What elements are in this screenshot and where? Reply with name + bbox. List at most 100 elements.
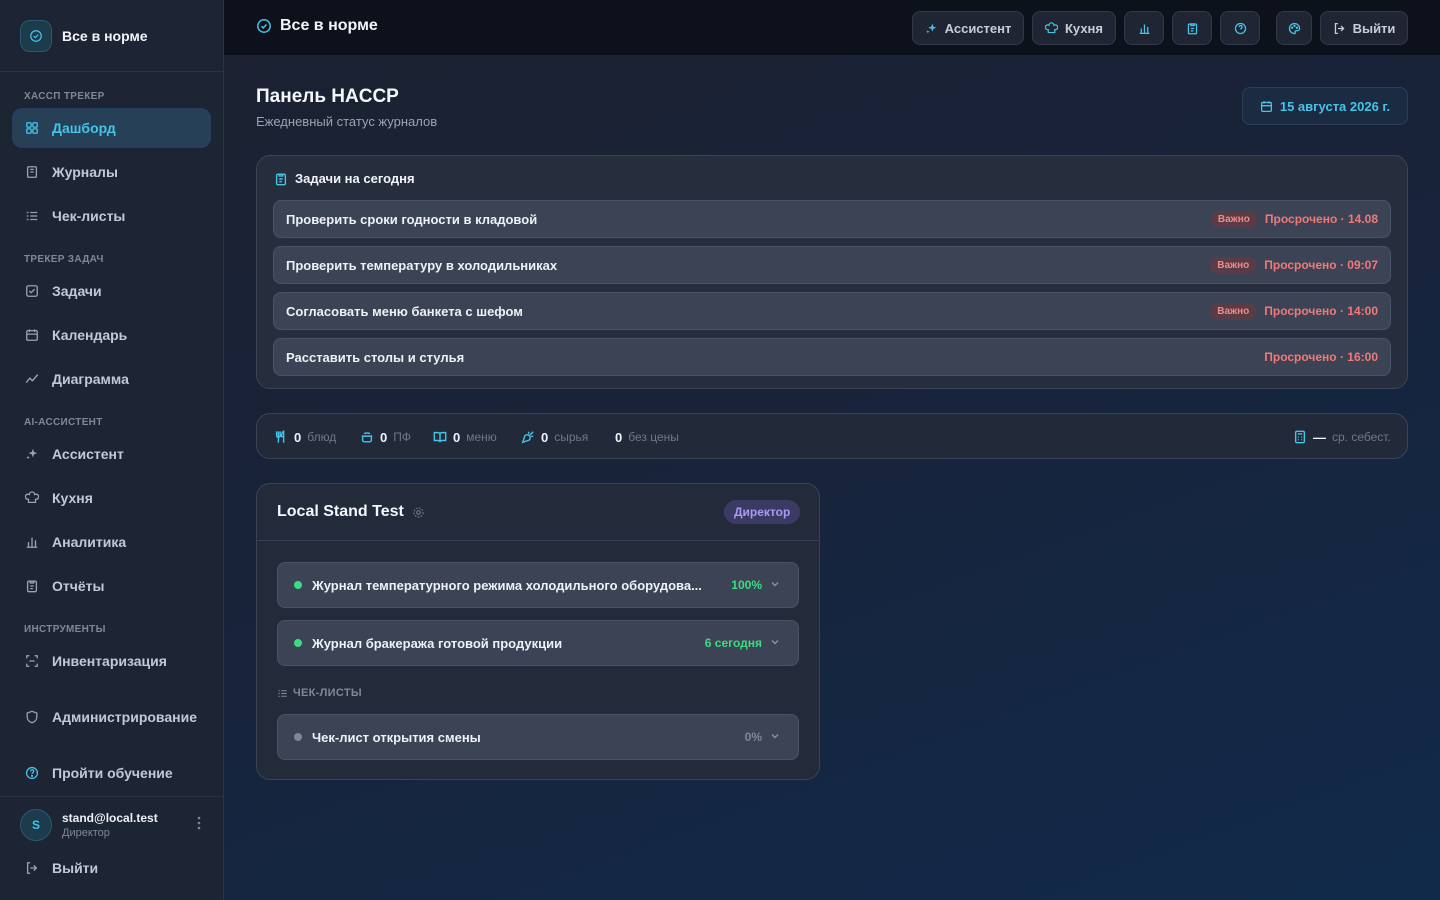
user-profile[interactable]: S stand@local.test Директор	[0, 796, 223, 852]
sidebar-item-reports[interactable]: Отчёты	[12, 566, 211, 606]
stat-label: ср. себест.	[1332, 430, 1391, 444]
checklist-title: Чек-лист открытия смены	[312, 729, 481, 745]
logout-button-label: Выйти	[1352, 20, 1396, 36]
stat-label: меню	[466, 430, 497, 444]
open-book-icon	[433, 430, 447, 444]
chef-hat-icon	[24, 490, 40, 506]
page-subtitle: Ежедневный статус журналов	[256, 114, 438, 129]
theme-button[interactable]	[1276, 11, 1312, 45]
stat-dishes[interactable]: 0 блюд	[274, 414, 336, 460]
sidebar-item-calendar[interactable]: Календарь	[12, 315, 211, 355]
kitchen-button[interactable]: Кухня	[1032, 11, 1116, 45]
chef-hat-icon	[1045, 21, 1058, 35]
kitchen-button-label: Кухня	[1065, 20, 1103, 36]
chevron-down-icon[interactable]	[770, 578, 780, 592]
dashboard-grid-icon	[24, 120, 40, 136]
more-vertical-icon[interactable]	[197, 816, 201, 835]
sidebar-item-dashboard[interactable]: Дашборд	[12, 108, 211, 148]
tasks-header: Задачи на сегодня	[274, 171, 415, 186]
reports-button[interactable]	[1172, 11, 1212, 45]
checklists-label-text: ЧЕК-ЛИСТЫ	[293, 687, 362, 699]
task-row[interactable]: Проверить сроки годности в кладовой Важн…	[273, 200, 1391, 238]
logout-button[interactable]: Выйти	[1320, 11, 1408, 45]
sidebar-item-inventory[interactable]: Инвентаризация	[12, 641, 211, 681]
chevron-down-icon[interactable]	[770, 730, 780, 744]
organization-name-text: Local Stand Test	[277, 503, 404, 520]
chevron-down-icon[interactable]	[770, 636, 780, 650]
sidebar-item-tasks[interactable]: Задачи	[12, 271, 211, 311]
journal-book-icon	[24, 164, 40, 180]
task-row[interactable]: Проверить температуру в холодильниках Ва…	[273, 246, 1391, 284]
inventory-scan-icon	[24, 653, 40, 669]
report-clipboard-icon	[1186, 22, 1199, 35]
stat-label: блюд	[307, 430, 337, 444]
journal-progress: 6 сегодня	[704, 636, 762, 650]
line-chart-icon	[24, 371, 40, 387]
stat-menus[interactable]: 0 меню	[433, 414, 497, 460]
checklist-row[interactable]: Чек-лист открытия смены 0%	[277, 714, 799, 760]
help-button[interactable]	[1220, 11, 1260, 45]
analytics-button[interactable]	[1124, 11, 1164, 45]
sidebar-item-label: Журналы	[52, 164, 118, 180]
stat-raw[interactable]: 0 сырья	[521, 414, 588, 460]
sidebar-item-label: Диаграмма	[52, 371, 129, 387]
task-row[interactable]: Расставить столы и стулья Просрочено · 1…	[273, 338, 1391, 376]
journal-row[interactable]: Журнал бракеража готовой продукции 6 сег…	[277, 620, 799, 666]
sidebar-item-diagram[interactable]: Диаграмма	[12, 359, 211, 399]
shield-icon	[24, 709, 40, 725]
stat-semi[interactable]: 0 ПФ	[360, 414, 411, 460]
sidebar-logout[interactable]: Выйти	[12, 848, 211, 888]
important-badge: Важно	[1210, 210, 1257, 228]
checklist-progress: 0%	[744, 730, 762, 744]
gear-icon[interactable]	[412, 506, 425, 519]
sparkles-icon	[925, 22, 938, 35]
sidebar-item-label: Администрирование	[52, 709, 197, 725]
stat-unpriced[interactable]: 0 без цены	[615, 414, 679, 460]
sidebar-item-analytics[interactable]: Аналитика	[12, 522, 211, 562]
organization-header: Local Stand Test Директор	[257, 484, 819, 541]
journal-title: Журнал бракеража готовой продукции	[312, 635, 563, 651]
sidebar-item-label: Аналитика	[52, 534, 127, 550]
sidebar: Все в норме ХАССП ТРЕКЕР Дашборд Журналы…	[0, 0, 224, 900]
task-status: Просрочено · 14.08	[1264, 212, 1378, 226]
sidebar-item-journals[interactable]: Журналы	[12, 152, 211, 192]
task-checkbox-icon	[24, 283, 40, 299]
calculator-icon	[1293, 430, 1307, 444]
assistant-button[interactable]: Ассистент	[912, 11, 1024, 45]
sidebar-item-checklists[interactable]: Чек-листы	[12, 196, 211, 236]
stat-value: 0	[380, 429, 388, 445]
sidebar-item-admin[interactable]: Администрирование	[12, 697, 211, 737]
sidebar-item-label: Задачи	[52, 283, 102, 299]
journal-title: Журнал температурного режима холодильног…	[312, 577, 702, 593]
stat-value: 0	[541, 429, 549, 445]
logout-icon	[24, 860, 40, 876]
utensils-icon	[274, 430, 288, 444]
checklist-icon	[24, 208, 40, 224]
journal-row[interactable]: Журнал температурного режима холодильног…	[277, 562, 799, 608]
calendar-icon	[24, 327, 40, 343]
sidebar-item-kitchen[interactable]: Кухня	[12, 478, 211, 518]
sidebar-item-label: Кухня	[52, 490, 93, 506]
help-circle-icon	[24, 765, 40, 781]
status-dot	[294, 733, 302, 741]
calendar-icon	[1260, 100, 1273, 113]
report-clipboard-icon	[24, 578, 40, 594]
sidebar-item-label: Инвентаризация	[52, 653, 167, 669]
section-title-tasks: ТРЕКЕР ЗАДАЧ	[24, 254, 104, 265]
stat-value: —	[1313, 429, 1326, 445]
task-title: Согласовать меню банкета с шефом	[286, 303, 523, 319]
avatar: S	[20, 808, 52, 841]
sidebar-item-label: Пройти обучение	[52, 765, 173, 781]
sidebar-item-assistant[interactable]: Ассистент	[12, 434, 211, 474]
sidebar-item-onboarding[interactable]: Пройти обучение	[12, 753, 211, 793]
topbar: Все в норме Ассистент Кухня Выйти	[224, 0, 1440, 56]
task-row[interactable]: Согласовать меню банкета с шефом Важно П…	[273, 292, 1391, 330]
date-picker-button[interactable]: 15 августа 2026 г.	[1242, 87, 1408, 125]
stat-value: 0	[615, 429, 623, 445]
important-badge: Важно	[1210, 256, 1257, 274]
brand[interactable]: Все в норме	[0, 0, 223, 72]
stats-strip: 0 блюд 0 ПФ 0 меню 0 сырья 0 без цены — …	[256, 413, 1408, 459]
stat-avg-cost[interactable]: — ср. себест.	[1293, 414, 1391, 460]
checklists-section-label: ЧЕК-ЛИСТЫ	[277, 687, 362, 699]
main-content: Все в норме Ассистент Кухня Выйти Панель…	[224, 0, 1440, 900]
